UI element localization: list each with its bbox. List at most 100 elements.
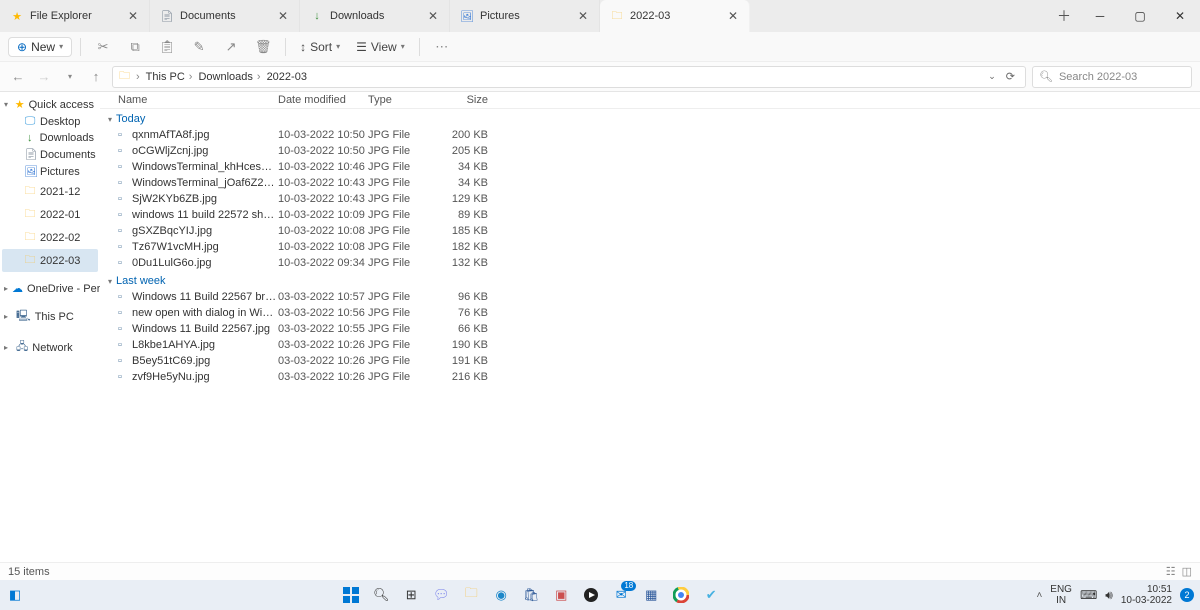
tab-pictures[interactable]: 🖼︎Pictures✕ [450, 0, 600, 32]
search-icon[interactable]: 🔍︎ [372, 586, 390, 604]
file-row[interactable]: ▫WindowsTerminal_khHcesSYCB.jpg10-03-202… [100, 159, 1200, 175]
breadcrumb-segment[interactable]: 2022-03 [267, 71, 307, 83]
file-row[interactable]: ▫oCGWljZcnj.jpg10-03-2022 10:50JPG File2… [100, 143, 1200, 159]
refresh-icon[interactable]: ⟳ [1006, 70, 1015, 83]
column-type[interactable]: Type [368, 94, 446, 106]
rename-icon[interactable]: ✎ [185, 39, 213, 55]
notification-badge[interactable]: 2 [1180, 588, 1194, 602]
sidebar-item-downloads[interactable]: ↓Downloads [2, 130, 98, 146]
widgets-icon[interactable]: ◧ [6, 586, 24, 604]
download-icon: ↓ [310, 9, 324, 23]
column-size[interactable]: Size [446, 94, 488, 106]
column-date[interactable]: Date modified [278, 94, 368, 106]
view-button[interactable]: ☰ View ▾ [350, 40, 411, 54]
sidebar-item-documents[interactable]: 📄︎Documents [2, 146, 98, 163]
file-name: gSXZBqcYIJ.jpg [132, 225, 278, 237]
mail-icon[interactable]: ✉ 18 [612, 586, 630, 604]
store-icon[interactable]: 🛍︎ [522, 586, 540, 604]
word-icon[interactable]: ▦ [642, 586, 660, 604]
sidebar-item-2022-01[interactable]: 🗀2022-01 [2, 203, 98, 226]
details-view-icon[interactable]: ☷ [1166, 565, 1176, 578]
forward-button[interactable]: → [34, 69, 54, 84]
more-icon[interactable]: ⋯ [428, 39, 456, 55]
file-explorer-icon[interactable]: 🗀 [462, 586, 480, 604]
sidebar-item-2022-02[interactable]: 🗀2022-02 [2, 226, 98, 249]
volume-icon[interactable]: 🔊︎ [1105, 588, 1113, 603]
file-row[interactable]: ▫Tz67W1vcMH.jpg10-03-2022 10:08JPG File1… [100, 239, 1200, 255]
file-row[interactable]: ▫WindowsTerminal_jOaf6Z2M1i.jpg10-03-202… [100, 175, 1200, 191]
sidebar-this-pc[interactable]: ▸ 🖳 This PC [2, 305, 98, 328]
new-tab-button[interactable]: ＋ [1048, 0, 1080, 32]
sidebar-network[interactable]: ▸ 🖧 Network [2, 336, 98, 359]
sidebar-item-2021-12[interactable]: 🗀2021-12 [2, 180, 98, 203]
desktop-icon: 🖵 [24, 115, 36, 128]
tab-2022-03[interactable]: 🗀2022-03✕ [600, 0, 750, 32]
group-header[interactable]: ▾Today [100, 109, 1200, 127]
column-name[interactable]: Name [118, 94, 278, 106]
tab-file-explorer[interactable]: ★File Explorer✕ [0, 0, 150, 32]
sidebar-item-label: Downloads [40, 132, 94, 144]
search-input[interactable]: 🔍︎ Search 2022-03 [1032, 66, 1192, 88]
check-icon[interactable]: ✔ [702, 586, 720, 604]
close-icon[interactable]: ✕ [725, 9, 741, 23]
up-button[interactable]: ↑ [86, 69, 106, 84]
separator [285, 38, 286, 56]
tab-downloads[interactable]: ↓Downloads✕ [300, 0, 450, 32]
close-icon[interactable]: ✕ [425, 9, 441, 23]
file-row[interactable]: ▫new open with dialog in Windows 11 Buil… [100, 305, 1200, 321]
file-row[interactable]: ▫L8kbe1AHYA.jpg03-03-2022 10:26JPG File1… [100, 337, 1200, 353]
media-icon[interactable] [582, 586, 600, 604]
file-row[interactable]: ▫0Du1LulG6o.jpg10-03-2022 09:34JPG File1… [100, 255, 1200, 271]
close-icon[interactable]: ✕ [125, 9, 141, 23]
app-icon[interactable]: ▣ [552, 586, 570, 604]
group-header[interactable]: ▾Last week [100, 271, 1200, 289]
address-bar[interactable]: 🗀 › This PC› Downloads› 2022-03 ⌄ ⟳ [112, 66, 1026, 88]
start-icon[interactable] [342, 586, 360, 604]
chevron-down-icon[interactable]: ⌄ [988, 71, 996, 82]
sidebar-item-desktop[interactable]: 🖵Desktop [2, 113, 98, 130]
file-row[interactable]: ▫Windows 11 Build 22567 brings a new op.… [100, 289, 1200, 305]
wifi-icon[interactable]: ⌨ [1080, 588, 1097, 602]
file-row[interactable]: ▫gSXZBqcYIJ.jpg10-03-2022 10:08JPG File1… [100, 223, 1200, 239]
tab-documents[interactable]: 📄︎Documents✕ [150, 0, 300, 32]
task-view-icon[interactable]: ⊞ [402, 586, 420, 604]
sidebar-item-2022-03[interactable]: 🗀2022-03 [2, 249, 98, 272]
breadcrumb-segment[interactable]: This PC› [146, 71, 193, 83]
file-row[interactable]: ▫zvf9He5yNu.jpg03-03-2022 10:26JPG File2… [100, 369, 1200, 385]
paste-icon[interactable]: 📋︎ [153, 39, 181, 55]
image-file-icon: ▫ [118, 355, 132, 367]
sidebar-quick-access[interactable]: ▾ ★ Quick access [2, 96, 98, 113]
sort-button[interactable]: ↕ Sort ▾ [294, 40, 346, 54]
new-button[interactable]: ⊕ New ▾ [8, 37, 72, 57]
sidebar-item-pictures[interactable]: 🖼︎Pictures [2, 163, 98, 180]
file-row[interactable]: ▫SjW2KYb6ZB.jpg10-03-2022 10:43JPG File1… [100, 191, 1200, 207]
close-button[interactable]: ✕ [1160, 0, 1200, 32]
file-row[interactable]: ▫qxnmAfTA8f.jpg10-03-2022 10:50JPG File2… [100, 127, 1200, 143]
back-button[interactable]: ← [8, 69, 28, 84]
sidebar-onedrive[interactable]: ▸ ☁ OneDrive - Personal [2, 280, 98, 297]
share-icon[interactable]: ↗ [217, 39, 245, 55]
maximize-button[interactable]: ▢ [1120, 0, 1160, 32]
star-icon: ★ [10, 9, 24, 23]
folder-icon: 🗀 [610, 9, 624, 23]
close-icon[interactable]: ✕ [275, 9, 291, 23]
file-row[interactable]: ▫Windows 11 Build 22567.jpg03-03-2022 10… [100, 321, 1200, 337]
file-name: oCGWljZcnj.jpg [132, 145, 278, 157]
minimize-button[interactable]: ─ [1080, 0, 1120, 32]
delete-icon[interactable]: 🗑︎ [249, 39, 277, 55]
clock[interactable]: 10:51 10-03-2022 [1121, 584, 1172, 606]
cut-icon[interactable]: ✂ [89, 39, 117, 55]
copy-icon[interactable]: ⧉ [121, 39, 149, 55]
close-icon[interactable]: ✕ [575, 9, 591, 23]
thumbnails-view-icon[interactable]: ◫ [1182, 565, 1192, 578]
chrome-icon[interactable] [672, 586, 690, 604]
file-row[interactable]: ▫B5ey51tC69.jpg03-03-2022 10:26JPG File1… [100, 353, 1200, 369]
breadcrumb-segment[interactable]: Downloads› [198, 71, 260, 83]
edge-icon[interactable]: ◉ [492, 586, 510, 604]
chat-icon[interactable]: 💬︎ [432, 586, 450, 604]
recent-button[interactable]: ▾ [60, 72, 80, 81]
language-indicator[interactable]: ENG IN [1050, 584, 1072, 606]
tray-chevron-icon[interactable]: ˄ [1036, 590, 1042, 601]
chevron-right-icon: ▸ [4, 343, 12, 352]
file-row[interactable]: ▫windows 11 build 22572 show more opti..… [100, 207, 1200, 223]
